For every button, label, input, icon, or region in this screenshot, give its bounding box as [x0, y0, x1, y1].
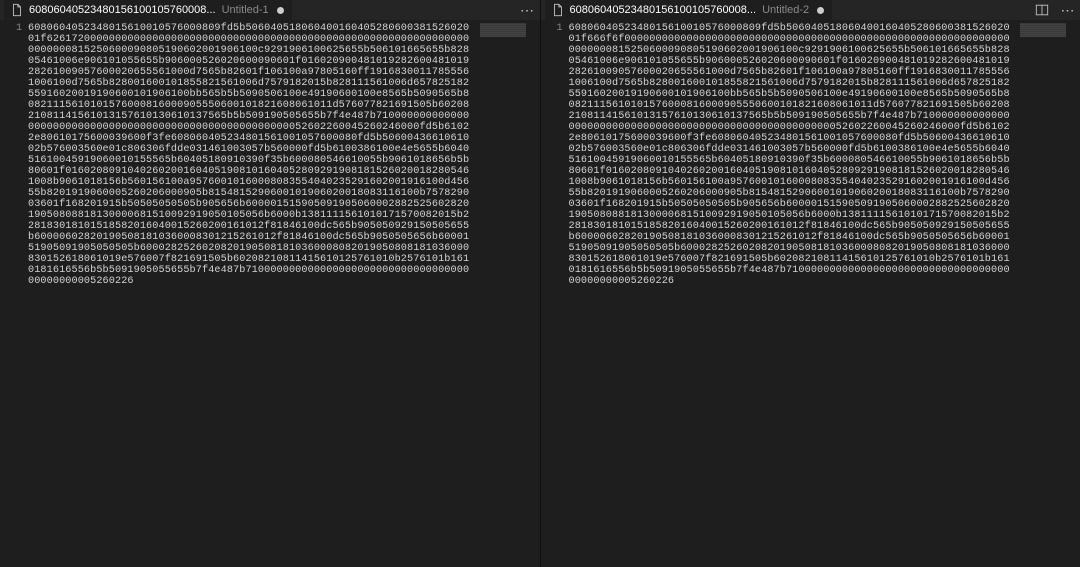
minimap[interactable] — [1020, 23, 1066, 37]
more-actions-button[interactable]: ⋯ — [520, 2, 536, 18]
minimap[interactable] — [480, 23, 526, 37]
tab-description: Untitled-2 — [762, 4, 809, 16]
vertical-scrollbar[interactable] — [1066, 20, 1080, 567]
modified-indicator-icon[interactable] — [277, 7, 284, 14]
file-icon — [551, 3, 565, 17]
tab-description: Untitled-1 — [222, 4, 269, 16]
tab-bar-left: 60806040523480156100105760008... Untitle… — [0, 0, 540, 20]
tab-actions-right-pane: ⋯ — [1034, 2, 1076, 18]
file-icon — [10, 3, 24, 17]
line-number-gutter: 1 — [541, 20, 569, 567]
editor-area-right[interactable]: 1 6080604052348015610010576000809fd5b506… — [541, 20, 1080, 567]
editor-text-content[interactable]: 6080604052348015610010576000809fd5b50604… — [569, 20, 1080, 567]
tab-untitled-2[interactable]: 60806040523480156100105760008... Untitle… — [545, 0, 834, 20]
editor-pane-left: 60806040523480156100105760008... Untitle… — [0, 0, 541, 567]
tab-untitled-1[interactable]: 60806040523480156100105760008... Untitle… — [4, 0, 293, 20]
more-actions-button[interactable]: ⋯ — [1060, 2, 1076, 18]
modified-indicator-icon[interactable] — [817, 7, 824, 14]
tab-title: 60806040523480156100105760008... — [29, 4, 216, 16]
editor-pane-right: 60806040523480156100105760008... Untitle… — [541, 0, 1080, 567]
editor-area-left[interactable]: 1 6080604052348015610010576000809fd5b506… — [0, 20, 540, 567]
split-editor-container: 60806040523480156100105760008... Untitle… — [0, 0, 1080, 567]
vertical-scrollbar[interactable] — [526, 20, 540, 567]
tab-bar-right: 60806040523480156100105760008... Untitle… — [541, 0, 1080, 20]
line-number-gutter: 1 — [0, 20, 28, 567]
split-editor-icon[interactable] — [1034, 2, 1050, 18]
line-number: 1 — [0, 23, 22, 34]
tab-actions-left-pane: ⋯ — [520, 2, 536, 18]
editor-text-content[interactable]: 6080604052348015610010576000809fd5b50604… — [28, 20, 540, 567]
line-number: 1 — [541, 23, 563, 34]
tab-title: 60806040523480156100105760008... — [570, 4, 757, 16]
